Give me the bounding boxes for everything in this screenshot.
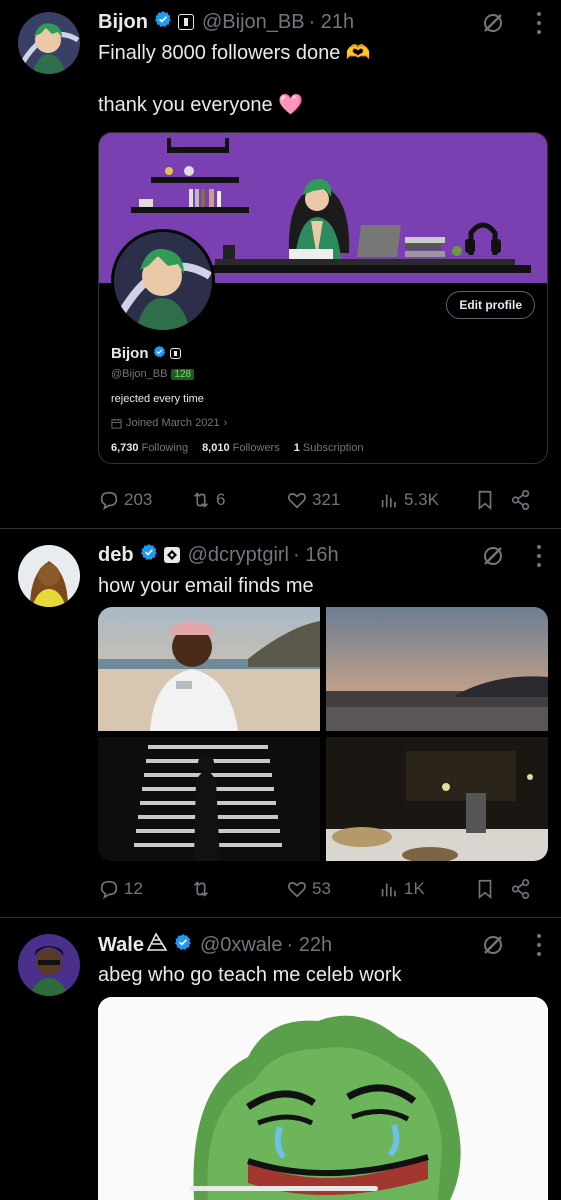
tweet-bijon[interactable]: Bijon @Bijon_BB · 21h Finally 8000 follo… <box>0 0 561 528</box>
verified-icon <box>140 543 158 567</box>
like-count: 321 <box>312 490 341 509</box>
handle-number-badge: 128 <box>171 368 195 380</box>
author-handle[interactable]: @Bijon_BB <box>202 11 305 34</box>
tweet-actions: 203 6 321 5.3K <box>98 484 540 516</box>
profile-name: Bijon <box>111 345 181 362</box>
author-handle[interactable]: @0xwale <box>200 934 283 957</box>
profile-screenshot[interactable]: Edit profile Bijon @Bijon_BB 128 rejecte… <box>98 132 548 464</box>
grok-icon[interactable] <box>481 933 505 957</box>
tweet-text: Finally 8000 followers done 🫶 <box>98 42 371 64</box>
more-icon[interactable] <box>535 12 543 34</box>
following-count: 6,730 <box>111 442 139 454</box>
following-stat: 6,730 Following <box>111 442 188 454</box>
subscription-count: 1 <box>293 442 300 454</box>
subscription-label: Subscription <box>302 442 364 454</box>
tweet-actions: 12 53 1K <box>98 873 540 905</box>
followers-label: Followers <box>232 442 280 454</box>
grok-icon[interactable] <box>481 544 505 568</box>
owl-emoji-icon <box>146 932 168 958</box>
like-icon <box>288 882 306 898</box>
profile-bio: rejected every time <box>111 393 204 405</box>
repost-button[interactable] <box>190 878 286 900</box>
reply-button[interactable]: 12 <box>98 878 190 900</box>
avatar[interactable] <box>18 934 80 996</box>
followers-count: 8,010 <box>202 442 230 454</box>
bookmark-icon <box>478 879 492 900</box>
edit-profile-button[interactable]: Edit profile <box>446 291 535 319</box>
more-icon[interactable] <box>535 934 543 956</box>
tweet-text-line2: thank you everyone 🩷 <box>98 94 304 116</box>
profile-stats: 6,730 Following 8,010 Followers 1 Subscr… <box>111 442 363 454</box>
share-button[interactable] <box>510 878 540 900</box>
reply-icon <box>100 491 118 510</box>
chevron-right-icon: › <box>223 417 228 429</box>
reply-icon <box>100 880 118 899</box>
reply-count: 203 <box>124 490 153 509</box>
repost-button[interactable]: 6 <box>190 489 286 511</box>
photo-sunset-beach[interactable] <box>326 607 548 731</box>
bookmark-icon <box>478 490 492 511</box>
avatar[interactable] <box>18 545 80 607</box>
share-icon <box>511 879 530 899</box>
profile-handle-text: @Bijon_BB <box>111 368 168 380</box>
views-button[interactable]: 1K <box>378 878 474 900</box>
joined-text: Joined March 2021 <box>126 417 220 429</box>
affiliate-badge-icon[interactable] <box>178 14 194 30</box>
meme-image-crying-frog[interactable] <box>98 997 548 1200</box>
post-time[interactable]: · 16h <box>293 544 339 567</box>
reply-count: 12 <box>124 879 143 898</box>
like-count: 53 <box>312 879 331 898</box>
repost-icon <box>193 881 209 897</box>
views-icon <box>381 883 396 897</box>
profile-handle: @Bijon_BB 128 <box>111 368 195 380</box>
profile-name-text: Bijon <box>111 345 149 362</box>
profile-joined: Joined March 2021 › <box>111 417 227 429</box>
avatar[interactable] <box>18 12 80 74</box>
author-name[interactable]: deb <box>98 544 134 567</box>
post-time[interactable]: · 22h <box>287 934 333 957</box>
verified-icon <box>154 10 172 34</box>
following-label: Following <box>141 442 189 454</box>
like-icon <box>288 493 306 509</box>
like-button[interactable]: 321 <box>286 489 378 511</box>
views-icon <box>381 494 396 508</box>
calendar-icon <box>111 418 122 429</box>
tweet-header: deb @dcryptgirl · 16h <box>98 543 339 567</box>
tweet-text: how your email finds me <box>98 575 314 597</box>
tweet-text: abeg who go teach me celeb work <box>98 964 402 986</box>
repost-icon <box>193 492 209 508</box>
author-name[interactable]: Wale <box>98 934 144 957</box>
post-time[interactable]: · 21h <box>309 11 355 34</box>
like-button[interactable]: 53 <box>286 878 378 900</box>
photo-beach-selfie[interactable] <box>98 607 320 731</box>
affiliate-badge-icon <box>169 348 181 359</box>
author-handle[interactable]: @dcryptgirl <box>188 544 289 567</box>
verified-icon <box>174 933 192 957</box>
grok-icon[interactable] <box>481 11 505 35</box>
subscription-stat: 1 Subscription <box>294 442 364 454</box>
verified-icon <box>153 345 166 362</box>
repost-count: 6 <box>216 490 226 509</box>
photo-dinner-table[interactable] <box>326 737 548 861</box>
tweet-header: Bijon @Bijon_BB · 21h <box>98 10 354 34</box>
profile-avatar <box>111 229 215 333</box>
views-button[interactable]: 5.3K <box>378 489 474 511</box>
bookmark-button[interactable] <box>474 878 510 900</box>
views-count: 1K <box>404 879 425 898</box>
more-icon[interactable] <box>535 545 543 567</box>
followers-stat: 8,010 Followers <box>202 442 280 454</box>
bookmark-button[interactable] <box>474 489 510 511</box>
reply-button[interactable]: 203 <box>98 489 190 511</box>
share-button[interactable] <box>510 489 540 511</box>
author-name[interactable]: Bijon <box>98 11 148 34</box>
share-icon <box>511 490 530 510</box>
views-count: 5.3K <box>404 490 439 509</box>
affiliate-badge-icon[interactable] <box>163 547 180 563</box>
home-indicator[interactable] <box>190 1186 378 1191</box>
media-grid <box>98 607 548 861</box>
tweet-header: Wale @0xwale · 22h <box>98 932 332 958</box>
photo-stairs-silhouette[interactable] <box>98 737 320 861</box>
